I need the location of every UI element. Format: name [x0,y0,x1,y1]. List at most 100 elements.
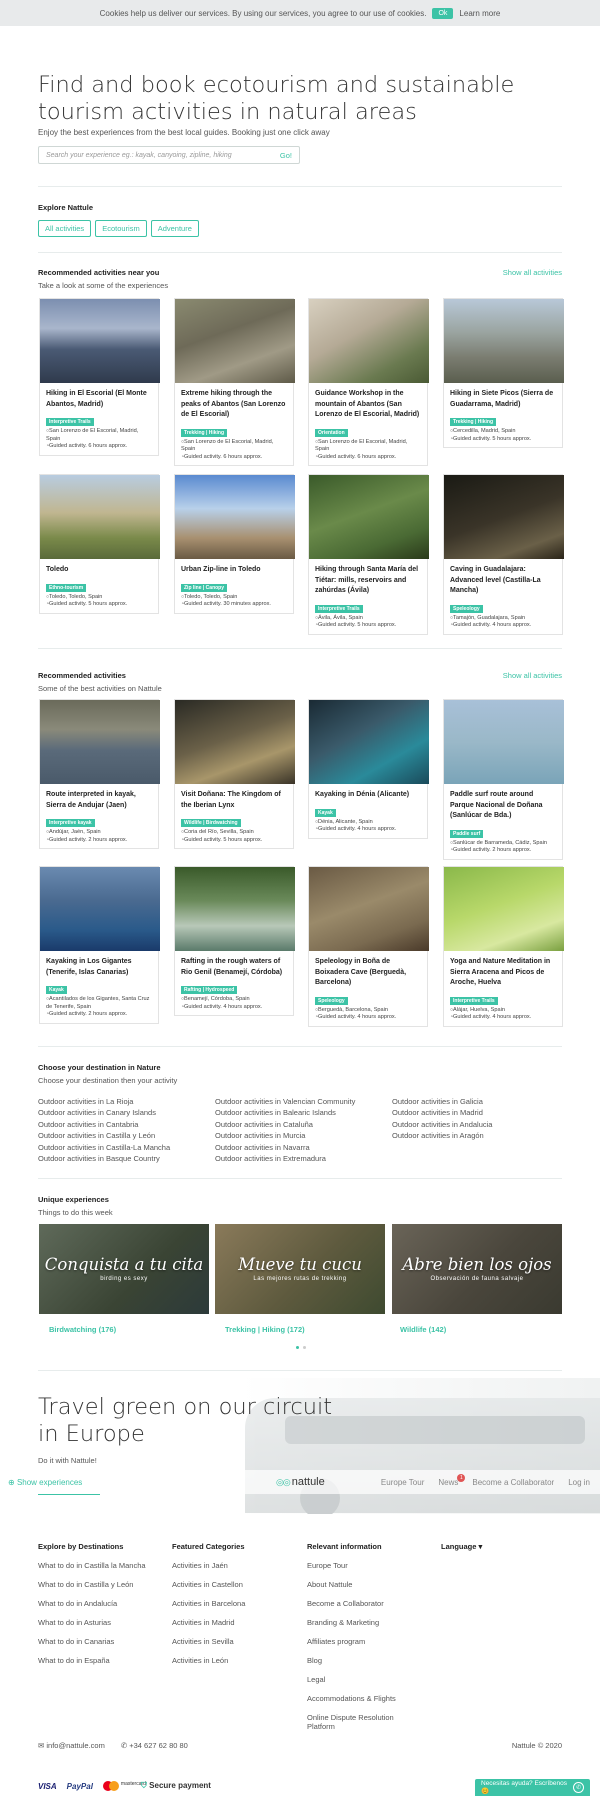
footer-link[interactable]: Activities in Madrid [172,1618,245,1637]
destination-link[interactable]: Outdoor activities in Valencian Communit… [215,1096,355,1107]
cookie-ok-button[interactable]: Ok [432,7,454,19]
carousel-dot[interactable] [303,1346,306,1349]
unique-card-trekking[interactable]: Mueve tu cucu Las mejores rutas de trekk… [215,1224,385,1314]
footer-link[interactable]: Activities in León [172,1656,245,1675]
nav-news[interactable]: News 1 [438,1473,466,1487]
unique-card-wildlife[interactable]: Abre bien los ojos Observación de fauna … [392,1224,562,1314]
language-selector[interactable]: Language ▾ [441,1542,482,1551]
divider [38,648,562,649]
activity-location: Toledo, Toledo, Spain [46,594,153,602]
destination-link[interactable]: Outdoor activities in Balearic Islands [215,1107,355,1118]
destination-link[interactable]: Outdoor activities in Canary Islands [38,1107,170,1118]
nav-login[interactable]: Log in [568,1478,590,1487]
footer-link[interactable]: What to do in Castilla la Mancha [38,1561,146,1580]
footer-link[interactable]: Online Dispute Resolution Platform [307,1713,407,1732]
near-activity-card[interactable]: Extreme hiking through the peaks of Aban… [174,298,295,466]
unique-label-birdwatching[interactable]: Birdwatching (176) [49,1325,116,1334]
activity-location: San Lorenzo de El Escorial, Madrid, Spai… [315,439,422,454]
footer-link[interactable]: Activities in Jaén [172,1561,245,1580]
chip-adventure[interactable]: Adventure [150,220,199,237]
nattule-logo[interactable]: ◎◎ nattule [276,1476,325,1488]
footer-link[interactable]: Accommodations & Flights [307,1694,407,1713]
near-activity-card[interactable]: Toledo Ethno-tourism Toledo, Toledo, Spain… [39,474,160,614]
recommended-activity-card[interactable]: Speleology in Boña de Boixadera Cave (Be… [308,866,429,1027]
nav-europe-tour[interactable]: Europe Tour [381,1478,424,1487]
recommended-activity-card[interactable]: Route interpreted in kayak, Sierra de An… [39,699,160,849]
footer-link[interactable]: What to do in Canarias [38,1637,146,1656]
destination-link[interactable]: Outdoor activities in La Rioja [38,1096,170,1107]
recommended-activity-card[interactable]: Rafting in the rough waters of Rio Genil… [174,866,295,1016]
divider [38,1370,562,1371]
footer-link[interactable]: Become a Collaborator [307,1599,407,1618]
recommended-activity-card[interactable]: Kayaking in Dénia (Alicante) Kayak Dénia, … [308,699,429,839]
destination-link[interactable]: Outdoor activities in Extremadura [215,1153,355,1164]
cookie-learn-more-link[interactable]: Learn more [459,9,500,18]
unique-label-trekking[interactable]: Trekking | Hiking (172) [225,1325,305,1334]
near-activity-card[interactable]: Guidance Workshop in the mountain of Aba… [308,298,429,466]
activity-photo [40,867,160,951]
unique-card-birdwatching[interactable]: Conquista a tu cita birding es sexy [39,1224,209,1314]
near-activity-card[interactable]: Urban Zip-line in Toledo Zip line | Canop… [174,474,295,614]
destination-link[interactable]: Outdoor activities in Castilla-La Mancha [38,1142,170,1153]
chip-ecotourism[interactable]: Ecotourism [95,220,147,237]
show-experiences-link[interactable]: ⊕ Show experiences [8,1478,82,1487]
unique-card-tagline: Las mejores rutas de trekking [253,1276,347,1282]
footer-link[interactable]: Europe Tour [307,1561,407,1580]
destination-link[interactable]: Outdoor activities in Aragón [392,1130,492,1141]
hero-subtitle: Enjoy the best experiences from the best… [38,128,330,137]
footer-link[interactable]: Branding & Marketing [307,1618,407,1637]
destination-link[interactable]: Outdoor activities in Madrid [392,1107,492,1118]
footer-link[interactable]: Blog [307,1656,407,1675]
recommended-activity-card[interactable]: Paddle surf route around Parque Nacional… [443,699,564,860]
footer-link[interactable]: Activities in Sevilla [172,1637,245,1656]
footer-link[interactable]: What to do in Castilla y León [38,1580,146,1599]
nav-become-collaborator[interactable]: Become a Collaborator [472,1478,554,1487]
activity-location: Alájar, Huelva, Spain [450,1007,557,1015]
carousel-dot[interactable] [296,1346,299,1349]
near-show-all-link[interactable]: Show all activities [503,268,562,277]
category-badge: Speleology [315,996,348,1005]
phone-link[interactable]: ✆ +34 627 62 80 80 [121,1741,188,1750]
recommended-section-title: Recommended activities [38,671,126,680]
destination-link[interactable]: Outdoor activities in Castilla y León [38,1130,170,1141]
destination-link[interactable]: Outdoor activities in Basque Country [38,1153,170,1164]
recommended-show-all-link[interactable]: Show all activities [503,671,562,680]
recommended-activity-card[interactable]: Visit Doñana: The Kingdom of the Iberian… [174,699,295,849]
destination-link[interactable]: Outdoor activities in Cataluña [215,1119,355,1130]
footer-link[interactable]: What to do in Asturias [38,1618,146,1637]
category-badge: Zip line | Canopy [181,583,228,592]
search-go-button[interactable]: Go! [280,151,292,160]
footer-link[interactable]: About Nattule [307,1580,407,1599]
email-link[interactable]: ✉ info@nattule.com [38,1741,105,1750]
near-activity-card[interactable]: Hiking through Santa María del Tiétar: m… [308,474,429,635]
destination-link[interactable]: Outdoor activities in Galicia [392,1096,492,1107]
near-activity-card[interactable]: Caving in Guadalajara: Advanced level (C… [443,474,564,635]
footer-link[interactable]: Activities in Castellon [172,1580,245,1599]
activity-duration: Guided activity. 30 minutes approx. [181,601,288,609]
activity-title: Visit Doñana: The Kingdom of the Iberian… [181,791,281,809]
near-activity-card[interactable]: Hiking in El Escorial (El Monte Abantos,… [39,298,160,456]
recommended-activity-card[interactable]: Yoga and Nature Meditation in Sierra Ara… [443,866,564,1027]
whatsapp-chat-button[interactable]: Necesitas ayuda? Escríbenos 😊 ✆ [475,1779,590,1796]
search-input[interactable]: Search your experience eg.: kayak, canyo… [38,146,300,164]
activity-duration: Guided activity. 4 hours approx. [315,826,422,834]
near-activity-card[interactable]: Hiking in Siete Picos (Sierra de Guadarr… [443,298,564,448]
destination-link[interactable]: Outdoor activities in Navarra [215,1142,355,1153]
category-badge: Trekking | Hiking [450,418,497,426]
activity-title: Caving in Guadalajara: Advanced level (C… [450,566,541,594]
footer-link[interactable]: What to do in España [38,1656,146,1675]
category-badge: Speleology [450,604,483,613]
destination-link[interactable]: Outdoor activities in Murcia [215,1130,355,1141]
activity-duration: Guided activity. 5 hours approx. [315,622,422,630]
destination-link[interactable]: Outdoor activities in Cantabria [38,1119,170,1130]
unique-label-wildlife[interactable]: Wildlife (142) [400,1325,446,1334]
mastercard-logo: mastercard [102,1781,146,1791]
footer-link[interactable]: What to do in Andalucía [38,1599,146,1618]
footer-link[interactable]: Activities in Barcelona [172,1599,245,1618]
destination-link[interactable]: Outdoor activities in Andalucia [392,1119,492,1130]
recommended-activity-card[interactable]: Kayaking in Los Gigantes (Tenerife, Isla… [39,866,160,1024]
footer-link[interactable]: Legal [307,1675,407,1694]
footer-link[interactable]: Affiliates program [307,1637,407,1656]
activity-duration: Guided activity. 6 hours approx. [46,443,153,451]
chip-all-activities[interactable]: All activities [38,220,92,237]
